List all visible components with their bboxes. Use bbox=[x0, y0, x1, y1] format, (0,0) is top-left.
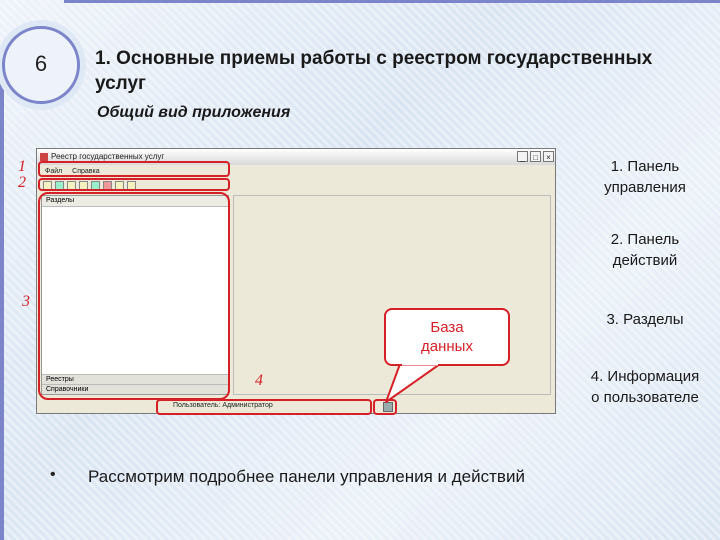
marker-2: 2 bbox=[18, 174, 26, 191]
bullet-text: Рассмотрим подробнее панели управления и… bbox=[88, 467, 525, 486]
legend-1-line-1: 1. Панель bbox=[610, 158, 680, 175]
left-decor-band bbox=[0, 64, 4, 540]
legend-sections: 3. Разделы bbox=[570, 309, 720, 330]
bullet-icon: • bbox=[50, 466, 56, 483]
highlight-database bbox=[373, 399, 397, 415]
legend-4-line-1: 4. Информация bbox=[590, 368, 700, 385]
window-title: Реестр государственных услуг bbox=[51, 152, 165, 161]
legend-action-panel: 2. Панель действий bbox=[570, 229, 720, 271]
legend-2-line-2: действий bbox=[612, 252, 678, 269]
legend-control-panel: 1. Панель управления bbox=[570, 156, 720, 198]
legend-2-line-1: 2. Панель bbox=[610, 231, 680, 248]
slide-number-circle: 6 bbox=[2, 26, 80, 104]
slide-subtitle: Общий вид приложения bbox=[97, 104, 291, 121]
callout-line-1: База bbox=[430, 319, 464, 336]
app-icon bbox=[40, 153, 48, 161]
maximize-button[interactable]: □ bbox=[530, 151, 541, 162]
slide-number: 6 bbox=[34, 51, 48, 76]
legend-user-info: 4. Информация о пользователе bbox=[570, 366, 720, 408]
legend-4-line-2: о пользователе bbox=[591, 389, 699, 406]
close-button[interactable]: × bbox=[543, 151, 554, 162]
minimize-button[interactable]: _ bbox=[517, 151, 528, 162]
slide-title: 1. Основные приемы работы с реестром гос… bbox=[95, 48, 653, 94]
highlight-user-info bbox=[156, 399, 372, 415]
callout-line-2: данных bbox=[421, 338, 473, 355]
highlight-action-panel bbox=[38, 178, 230, 191]
highlight-sections bbox=[38, 192, 230, 400]
top-decor-band bbox=[64, 0, 720, 3]
legend-3-line-1: 3. Разделы bbox=[606, 311, 684, 328]
callout-database: База данных bbox=[384, 308, 510, 366]
legend-1-line-2: управления bbox=[604, 179, 686, 196]
marker-4: 4 bbox=[255, 372, 263, 389]
marker-3: 3 bbox=[22, 293, 30, 310]
highlight-control-panel bbox=[38, 161, 230, 177]
